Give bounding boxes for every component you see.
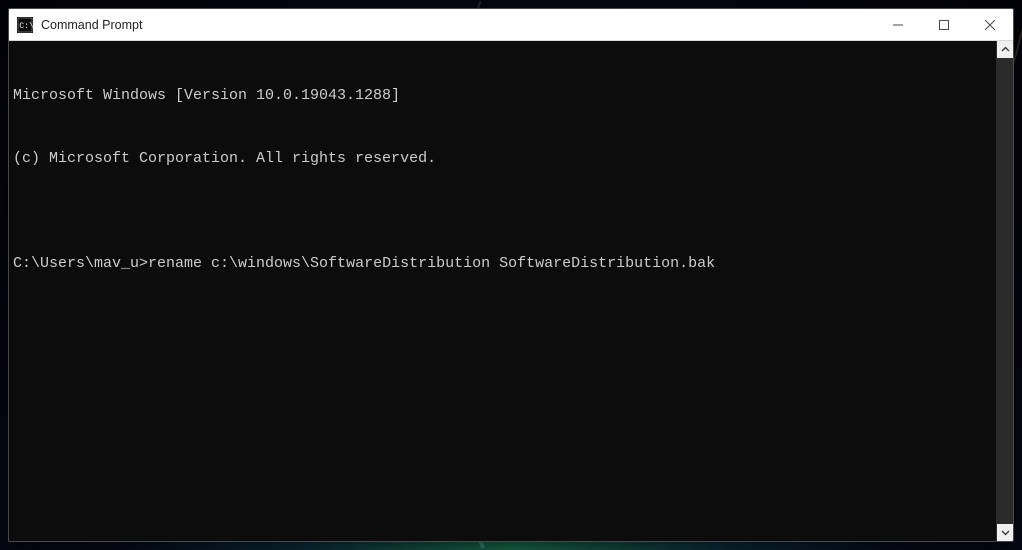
scroll-down-button[interactable] — [997, 524, 1014, 541]
titlebar[interactable]: C:\_ Command Prompt — [9, 9, 1013, 41]
chevron-down-icon — [1001, 528, 1010, 537]
close-button[interactable] — [967, 9, 1013, 41]
client-area: Microsoft Windows [Version 10.0.19043.12… — [9, 41, 1013, 541]
svg-text:C:\_: C:\_ — [19, 20, 33, 30]
maximize-button[interactable] — [921, 9, 967, 41]
scroll-up-button[interactable] — [997, 41, 1014, 58]
window-controls — [875, 9, 1013, 40]
command-input[interactable]: rename c:\windows\SoftwareDistribution S… — [148, 253, 715, 274]
banner-line: Microsoft Windows [Version 10.0.19043.12… — [13, 85, 992, 106]
terminal-output[interactable]: Microsoft Windows [Version 10.0.19043.12… — [9, 41, 996, 541]
chevron-up-icon — [1001, 45, 1010, 54]
banner-line: (c) Microsoft Corporation. All rights re… — [13, 148, 992, 169]
vertical-scrollbar[interactable] — [996, 41, 1013, 541]
minimize-button[interactable] — [875, 9, 921, 41]
scroll-track[interactable] — [997, 58, 1013, 524]
cmd-app-icon: C:\_ — [17, 17, 33, 33]
window-title: Command Prompt — [41, 18, 875, 32]
command-prompt-window: C:\_ Command Prompt Microsoft Windows [V… — [8, 8, 1014, 542]
prompt-text: C:\Users\mav_u> — [13, 253, 148, 274]
prompt-line: C:\Users\mav_u>rename c:\windows\Softwar… — [13, 253, 992, 274]
